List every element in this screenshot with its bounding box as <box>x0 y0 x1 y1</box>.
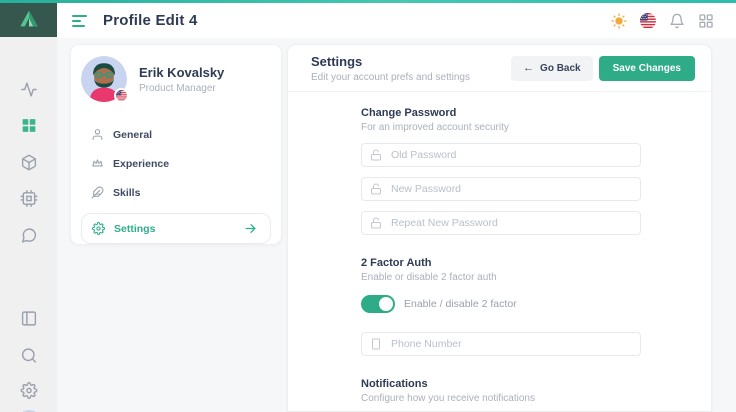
profile-nav: General Experience Skills Settings <box>71 108 281 244</box>
activity-icon[interactable] <box>20 81 37 98</box>
nav-item-experience[interactable]: Experience <box>81 149 271 178</box>
user-identity: Erik Kovalsky Product Manager <box>139 65 224 94</box>
two-factor-title: 2 Factor Auth <box>361 257 641 269</box>
crown-icon <box>91 157 104 170</box>
toggle-knob <box>379 297 393 311</box>
phone-field-wrap <box>361 332 641 356</box>
old-password-input[interactable] <box>391 149 632 161</box>
repeat-password-input[interactable] <box>391 217 632 229</box>
gear-icon <box>92 222 105 235</box>
change-password-subtitle: For an improved account security <box>361 122 641 133</box>
grid-icon[interactable] <box>20 117 37 134</box>
settings-subtitle: Edit your account prefs and settings <box>311 72 470 83</box>
two-factor-subtitle: Enable or disable 2 factor auth <box>361 272 641 283</box>
settings-panel: Settings Edit your account prefs and set… <box>287 44 712 412</box>
notifications-title: Notifications <box>361 378 641 390</box>
topbar-actions <box>611 13 714 29</box>
cube-icon[interactable] <box>20 154 37 171</box>
nav-item-general[interactable]: General <box>81 120 271 149</box>
avatar-flag-badge-icon <box>114 88 129 103</box>
nav-item-label: Experience <box>113 158 169 170</box>
settings-header-text: Settings Edit your account prefs and set… <box>311 54 470 83</box>
app-window: Profile Edit 4 Erik Kovalsky Product Man… <box>0 0 736 412</box>
user-name: Erik Kovalsky <box>139 65 224 80</box>
save-changes-button[interactable]: Save Changes <box>599 56 695 81</box>
new-password-field-wrap <box>361 177 641 201</box>
old-password-field-wrap <box>361 143 641 167</box>
arrow-left-icon: ← <box>523 63 534 74</box>
profile-summary: Erik Kovalsky Product Manager <box>71 45 281 108</box>
phone-number-input[interactable] <box>391 338 632 350</box>
nav-item-label: Settings <box>114 223 155 235</box>
settings-header: Settings Edit your account prefs and set… <box>288 45 711 92</box>
nav-item-skills[interactable]: Skills <box>81 178 271 207</box>
apps-grid-icon[interactable] <box>698 13 714 29</box>
settings-actions: ← Go Back Save Changes <box>511 56 695 81</box>
two-factor-toggle-row: Enable / disable 2 factor <box>361 295 641 313</box>
new-password-input[interactable] <box>391 183 632 195</box>
smartphone-icon <box>370 338 382 350</box>
lock-icon <box>370 183 382 195</box>
cpu-icon[interactable] <box>20 190 37 207</box>
notifications-subtitle: Configure how you receive notifications <box>361 393 641 404</box>
profile-card: Erik Kovalsky Product Manager General Ex… <box>70 44 282 245</box>
arrow-right-icon <box>244 222 257 235</box>
sun-icon[interactable] <box>611 13 627 29</box>
nav-item-settings[interactable]: Settings <box>81 213 271 244</box>
two-factor-toggle-label: Enable / disable 2 factor <box>404 298 517 310</box>
bell-icon[interactable] <box>669 13 685 29</box>
app-logo[interactable] <box>0 0 57 37</box>
top-accent-bar <box>0 0 736 3</box>
topbar: Profile Edit 4 <box>57 3 736 38</box>
chat-icon[interactable] <box>20 227 37 244</box>
lock-icon <box>370 217 382 229</box>
change-password-title: Change Password <box>361 107 641 119</box>
main-sidebar <box>0 37 57 412</box>
lock-icon <box>370 149 382 161</box>
layout-icon[interactable] <box>20 310 37 327</box>
logo-triangle-icon <box>18 8 40 30</box>
nav-item-label: General <box>113 129 152 141</box>
page-title: Profile Edit 4 <box>103 12 198 29</box>
settings-title: Settings <box>311 54 470 69</box>
avatar <box>81 56 127 102</box>
menu-icon[interactable] <box>72 15 87 27</box>
settings-form: Change Password For an improved account … <box>361 92 641 404</box>
nav-item-label: Skills <box>113 187 140 199</box>
two-factor-toggle[interactable] <box>361 295 395 313</box>
search-icon[interactable] <box>20 347 37 364</box>
user-icon <box>91 128 104 141</box>
gear-icon[interactable] <box>20 382 37 399</box>
go-back-button[interactable]: ← Go Back <box>511 56 593 81</box>
feather-icon <box>91 186 104 199</box>
us-flag-icon[interactable] <box>640 13 656 29</box>
user-role: Product Manager <box>139 83 224 94</box>
go-back-label: Go Back <box>540 63 581 74</box>
repeat-password-field-wrap <box>361 211 641 235</box>
